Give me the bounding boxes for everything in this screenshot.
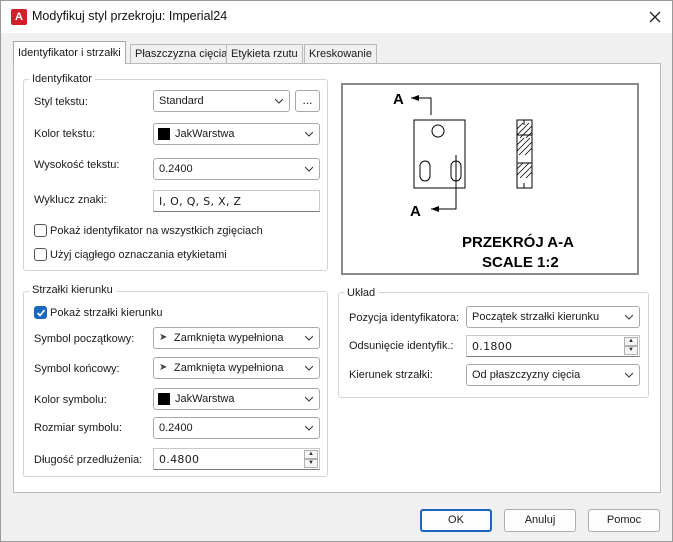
direction-arrows-group-title: Strzałki kierunku	[29, 284, 116, 296]
tab-identifier-arrows[interactable]: Identyfikator i strzałki	[13, 41, 126, 64]
chevron-down-icon	[305, 131, 313, 137]
id-offset-value: 0.1800	[472, 340, 513, 353]
spin-up-icon[interactable]: ▲	[624, 337, 638, 346]
text-style-browse-button[interactable]: ...	[295, 90, 320, 112]
tab-cutting-plane[interactable]: Płaszczyzna cięcia	[130, 44, 233, 63]
show-all-bends-checkbox[interactable]	[34, 224, 47, 237]
identifier-group-title: Identyfikator	[29, 73, 95, 85]
chevron-down-icon	[625, 372, 633, 378]
chevron-down-icon	[305, 335, 313, 341]
color-swatch	[158, 128, 170, 140]
id-offset-label: Odsunięcie identyfik.:	[349, 340, 454, 352]
symbol-size-combo[interactable]: 0.2400	[153, 417, 320, 439]
ok-button[interactable]: OK	[420, 509, 492, 532]
show-arrows-checkbox[interactable]	[34, 306, 47, 319]
arrow-direction-label: Kierunek strzałki:	[349, 369, 433, 381]
chevron-down-icon	[305, 396, 313, 402]
text-color-combo[interactable]: JakWarstwa	[153, 123, 320, 145]
show-arrows-label: Pokaż strzałki kierunku	[50, 307, 163, 319]
text-style-label: Styl tekstu:	[34, 96, 88, 108]
id-offset-spinner[interactable]: ▲ ▼	[624, 337, 638, 355]
tab-hatching[interactable]: Kreskowanie	[304, 44, 377, 63]
close-icon	[649, 11, 661, 23]
start-symbol-label: Symbol początkowy:	[34, 333, 135, 345]
symbol-color-label: Kolor symbolu:	[34, 394, 107, 406]
title-bar: A Modyfikuj styl przekroju: Imperial24	[1, 1, 672, 33]
exclude-chars-input[interactable]: I, O, Q, S, X, Z	[153, 190, 320, 212]
dialog-window: A Modyfikuj styl przekroju: Imperial24 I…	[0, 0, 673, 542]
spin-down-icon[interactable]: ▼	[624, 346, 638, 355]
exclude-chars-value: I, O, Q, S, X, Z	[159, 195, 242, 208]
checkmark-icon	[36, 309, 46, 317]
section-marker-bottom: A	[410, 203, 421, 220]
layout-group-title: Układ	[344, 287, 379, 299]
text-height-combo[interactable]: 0.2400	[153, 158, 320, 180]
section-title-text: PRZEKRÓJ A-A	[462, 233, 574, 251]
show-all-bends-label: Pokaż identyfikator na wszystkich zgięci…	[50, 225, 263, 237]
symbol-color-combo[interactable]: JakWarstwa	[153, 388, 320, 410]
text-style-combo[interactable]: Standard	[153, 90, 290, 112]
start-symbol-value: Zamknięta wypełniona	[174, 332, 284, 344]
cancel-button[interactable]: Anuluj	[504, 509, 576, 532]
chevron-down-icon	[625, 314, 633, 320]
text-color-label: Kolor tekstu:	[34, 128, 96, 140]
chevron-down-icon	[275, 98, 283, 104]
autocad-app-icon: A	[11, 9, 27, 25]
section-scale-text: SCALE 1:2	[482, 254, 559, 271]
continuous-labeling-checkbox[interactable]	[34, 248, 47, 261]
arrow-direction-value: Od płaszczyzny cięcia	[472, 369, 581, 381]
extension-length-input[interactable]: 0.4800 ▲ ▼	[153, 448, 320, 470]
preview-pane: A A PRZEKRÓJ A-A SCALE 1:2	[341, 83, 639, 275]
continuous-labeling-label: Użyj ciągłego oznaczania etykietami	[50, 249, 227, 261]
start-symbol-combo[interactable]: ➤ Zamknięta wypełniona	[153, 327, 320, 349]
id-position-combo[interactable]: Początek strzałki kierunku	[466, 306, 640, 328]
extension-length-spinner[interactable]: ▲ ▼	[304, 450, 318, 468]
filled-arrow-icon: ➤	[159, 362, 168, 373]
extension-length-label: Długość przedłużenia:	[34, 454, 143, 466]
text-style-value: Standard	[159, 95, 204, 107]
text-color-value: JakWarstwa	[175, 128, 235, 140]
chevron-down-icon	[305, 425, 313, 431]
id-offset-input[interactable]: 0.1800 ▲ ▼	[466, 335, 640, 357]
chevron-down-icon	[305, 166, 313, 172]
color-swatch	[158, 393, 170, 405]
spin-down-icon[interactable]: ▼	[304, 459, 318, 468]
end-symbol-combo[interactable]: ➤ Zamknięta wypełniona	[153, 357, 320, 379]
id-position-label: Pozycja identyfikatora:	[349, 312, 460, 324]
window-title: Modyfikuj styl przekroju: Imperial24	[32, 9, 228, 23]
chevron-down-icon	[305, 365, 313, 371]
help-button[interactable]: Pomoc	[588, 509, 660, 532]
symbol-size-value: 0.2400	[159, 422, 193, 434]
close-button[interactable]	[641, 5, 669, 29]
filled-arrow-icon: ➤	[159, 332, 168, 343]
arrow-direction-combo[interactable]: Od płaszczyzny cięcia	[466, 364, 640, 386]
section-marker-top: A	[393, 91, 404, 108]
spin-up-icon[interactable]: ▲	[304, 450, 318, 459]
section-preview-drawing: A A PRZEKRÓJ A-A SCALE 1:2	[393, 91, 574, 271]
text-height-label: Wysokość tekstu:	[34, 159, 120, 171]
end-symbol-value: Zamknięta wypełniona	[174, 362, 284, 374]
tab-view-label[interactable]: Etykieta rzutu	[226, 44, 303, 63]
text-height-value: 0.2400	[159, 163, 193, 175]
id-position-value: Początek strzałki kierunku	[472, 311, 600, 323]
exclude-chars-label: Wyklucz znaki:	[34, 194, 107, 206]
symbol-size-label: Rozmiar symbolu:	[34, 422, 123, 434]
extension-length-value: 0.4800	[159, 453, 200, 466]
symbol-color-value: JakWarstwa	[175, 393, 235, 405]
end-symbol-label: Symbol końcowy:	[34, 363, 120, 375]
